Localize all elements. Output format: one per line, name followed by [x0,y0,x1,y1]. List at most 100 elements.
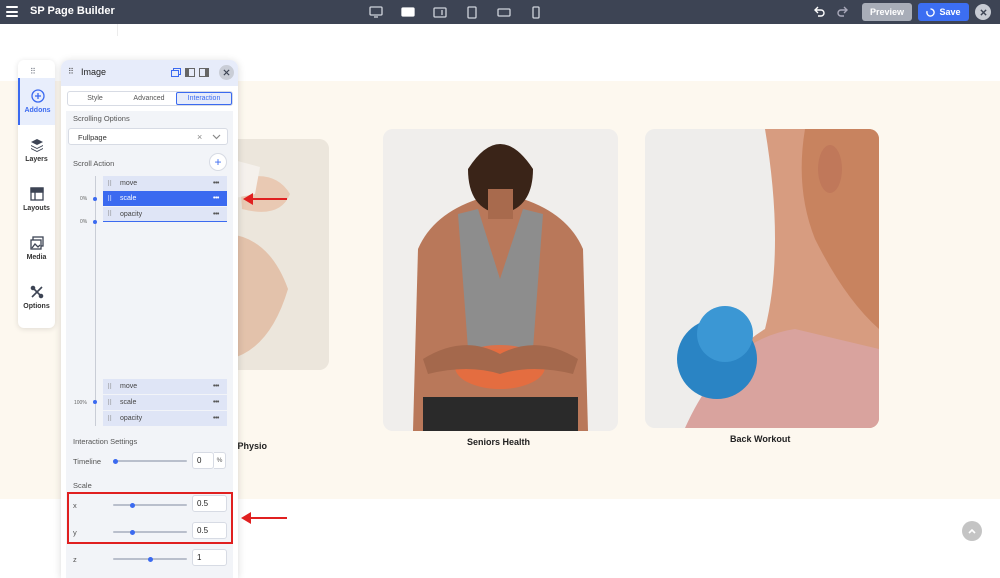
add-scroll-action-button[interactable]: + [209,153,227,171]
layers-icon [30,139,43,152]
action-name: move [120,383,138,390]
more-options-icon[interactable]: ••• [213,195,227,202]
chevron-up-icon [968,528,976,534]
interaction-settings-label: Interaction Settings [73,437,138,446]
timeline-marker-start-2: 0% [80,219,88,225]
dock-left-icon[interactable] [185,68,195,77]
sidebar-item-label: Layouts [23,205,50,212]
copy-style-icon[interactable] [171,68,181,77]
timeline-track [95,176,96,426]
scroll-action-row-scale[interactable]: ⠿ scale ••• [103,191,227,206]
more-options-icon[interactable]: ••• [213,383,227,390]
sidebar-item-label: Layers [25,156,48,163]
timeline-label: Timeline [73,457,102,466]
scroll-to-top-button[interactable] [962,521,982,541]
more-options-icon[interactable]: ••• [213,211,227,218]
plus-circle-icon [30,89,45,103]
undo-icon[interactable] [812,5,826,19]
options-icon [30,285,43,299]
timeline-unit[interactable]: % [214,452,226,469]
card-caption-back-workout: Back Workout [730,434,791,444]
mobile-landscape-icon[interactable] [488,2,520,22]
drag-handle-icon[interactable]: ⠿ [107,195,117,203]
sidebar-item-label: Media [26,254,47,261]
scrolling-options-value: Fullpage [78,133,107,142]
drag-handle-icon[interactable]: ⠿ [107,415,117,423]
tab-interaction[interactable]: Interaction [176,92,232,105]
tab-style[interactable]: Style [68,92,122,105]
action-name: opacity [120,415,143,422]
scroll-action-row-move[interactable]: ⠿ move ••• [103,176,227,191]
timeline-slider[interactable] [113,458,187,464]
chevron-down-icon [212,134,221,140]
sidebar-item-options[interactable]: Options [18,274,55,321]
annotation-arrow-icon [241,512,287,524]
panel-close-button[interactable] [219,65,234,80]
redo-icon[interactable] [836,5,850,19]
desktop-icon[interactable] [392,2,424,22]
image-card-back-workout[interactable] [645,129,879,428]
sidebar-item-label: Options [23,303,50,310]
tablet-landscape-icon[interactable] [424,2,456,22]
mobile-portrait-icon[interactable] [520,2,552,22]
scale-z-slider[interactable] [113,556,187,562]
clear-icon[interactable]: × [197,132,202,142]
scroll-action-end-row-move[interactable]: ⠿ move ••• [103,379,227,394]
preview-button[interactable]: Preview [862,3,912,21]
scale-label: Scale [73,481,92,490]
slider-handle[interactable] [113,458,118,464]
physio-photo [230,139,329,370]
close-icon [223,69,230,76]
scroll-action-end-row-opacity[interactable]: ⠿ opacity ••• [103,411,227,426]
scrolling-options-select[interactable]: Fullpage × [68,128,228,145]
timeline-marker-start: 0% [80,196,88,202]
drag-handle-icon[interactable]: ⠿ [107,180,117,188]
scale-z-input[interactable]: 1 [192,549,227,566]
image-card-seniors-health[interactable] [383,129,618,431]
media-icon [29,236,44,250]
scroll-action-end-row-scale[interactable]: ⠿ scale ••• [103,395,227,410]
more-options-icon[interactable]: ••• [213,415,227,422]
sidebar-item-layers[interactable]: Layers [18,127,55,174]
layouts-icon [29,187,44,201]
close-builder-button[interactable] [975,4,991,20]
desktop-wide-icon[interactable] [360,2,392,22]
drag-handle-icon[interactable]: ⠿ [30,67,37,76]
slider-handle[interactable] [148,556,153,562]
timeline-keyframe-dot[interactable] [93,400,97,404]
panel-header: ⠿ Image [61,60,238,86]
sidebar-item-addons[interactable]: Addons [18,78,55,125]
card-caption-seniors-health: Seniors Health [467,437,531,447]
image-card-physio[interactable] [230,139,329,370]
more-options-icon[interactable]: ••• [213,180,227,187]
timeline-keyframe-dot[interactable] [93,220,97,224]
action-name: scale [120,399,137,406]
drag-handle-icon[interactable]: ⠿ [107,210,117,218]
sidebar-item-media[interactable]: Media [18,225,55,272]
loading-spinner-icon [926,7,936,17]
save-button[interactable]: Save [918,3,969,21]
drag-handle-icon[interactable]: ⠿ [107,399,117,407]
scrolling-options-label: Scrolling Options [73,114,130,123]
massage-ball-photo [645,129,879,428]
hamburger-menu-icon[interactable] [6,6,18,17]
timeline-keyframe-dot[interactable] [93,197,97,201]
device-switcher [360,2,552,22]
scale-z-label: z [73,555,77,564]
sidebar-item-layouts[interactable]: Layouts [18,176,55,223]
action-name: scale [120,195,137,202]
top-toolbar: SP Page Builder Preview Save [0,0,1000,24]
annotation-highlight-box [67,492,233,544]
tablet-portrait-icon[interactable] [456,2,488,22]
tab-advanced[interactable]: Advanced [122,92,176,105]
drag-handle-icon[interactable]: ⠿ [68,67,74,76]
dock-right-icon[interactable] [199,68,209,77]
addon-sidebar: ⠿ Addons Layers Layouts Media Options [18,60,55,328]
close-icon [979,8,987,16]
more-options-icon[interactable]: ••• [213,399,227,406]
timeline-input[interactable]: 0 [192,452,214,469]
scroll-action-row-opacity[interactable]: ⠿ opacity ••• [103,207,227,222]
plus-icon: + [214,155,222,169]
drag-handle-icon[interactable]: ⠿ [107,383,117,391]
save-button-label: Save [939,7,961,17]
